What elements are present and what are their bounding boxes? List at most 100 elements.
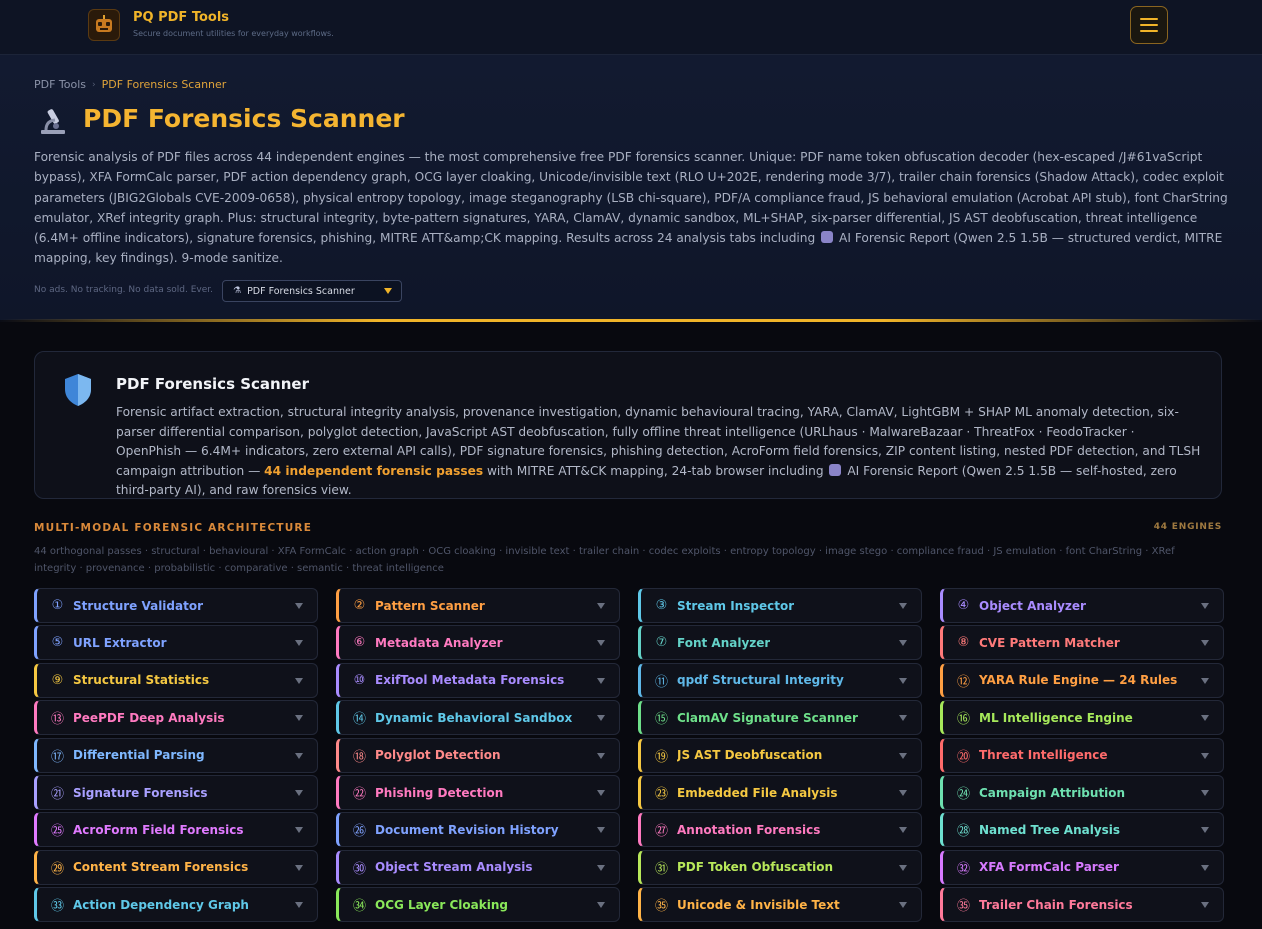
engine-item[interactable]: ⑤ URL Extractor [34,625,318,661]
caret-down-icon [597,827,605,834]
engine-item[interactable]: ⑥ Metadata Analyzer [336,625,620,661]
caret-down-icon [899,790,907,796]
engine-number: ⑪ [655,674,669,690]
engine-number: ㉛ [655,861,669,877]
engine-item[interactable]: ㉑ Signature Forensics [34,775,318,810]
engine-number: ㉙ [51,861,65,877]
caret-down-icon [899,603,907,609]
caret-down-icon [1201,603,1209,609]
engine-label: PeePDF Deep Analysis [73,710,225,725]
engine-label: Font Analyzer [677,635,771,650]
engine-item[interactable]: ⑱ Polyglot Detection [336,737,620,773]
card-body: Forensic artifact extraction, structural… [116,403,1201,501]
caret-down-icon [597,677,605,684]
engine-item[interactable]: ④ Object Analyzer [940,588,1224,623]
caret-down-icon [899,827,907,834]
engine-item[interactable]: ⑳ Threat Intelligence [940,737,1224,773]
engine-label: Object Analyzer [979,598,1086,613]
caret-down-icon [597,603,605,609]
engine-item[interactable]: ㉙ Content Stream Forensics [34,849,318,885]
engine-number: ㉕ [51,824,65,840]
caret-down-icon [384,288,392,294]
brand-subtitle: Secure document utilities for everyday w… [133,29,334,38]
engine-item[interactable]: ㉓ Embedded File Analysis [638,775,922,810]
engine-number: ⑤ [51,635,64,651]
engine-item[interactable]: ⑯ ML Intelligence Engine [940,700,1224,736]
engine-item[interactable]: ⑪ qpdf Structural Integrity [638,662,922,698]
engine-item[interactable]: ⑨ Structural Statistics [34,662,318,698]
engine-label: ExifTool Metadata Forensics [375,673,565,688]
engine-number: ⑦ [655,635,668,651]
caret-down-icon [1201,752,1209,759]
card-title: PDF Forensics Scanner [116,375,309,393]
hamburger-menu-icon[interactable] [1130,6,1168,44]
caret-down-icon [1201,827,1209,834]
caret-down-icon [1201,864,1209,871]
engine-label: Embedded File Analysis [677,785,838,800]
engine-number: ㉗ [655,824,669,840]
engine-item[interactable]: ① Structure Validator [34,588,318,623]
engine-number: ⑰ [51,749,65,765]
tool-select-dropdown[interactable]: ⚗ PDF Forensics Scanner [222,280,402,302]
brand-title[interactable]: PQ PDF Tools [133,10,229,25]
engine-item[interactable]: ⑰ Differential Parsing [34,737,318,773]
caret-down-icon [899,640,907,647]
engine-label: Structure Validator [73,598,204,613]
caret-down-icon [597,715,605,722]
engine-item[interactable]: ⑧ CVE Pattern Matcher [940,625,1224,661]
engine-item[interactable]: ⑭ Dynamic Behavioral Sandbox [336,700,620,736]
engine-item[interactable]: ㉘ Named Tree Analysis [940,812,1224,848]
engine-item[interactable]: ③ Stream Inspector [638,588,922,623]
caret-down-icon [597,752,605,759]
engine-item[interactable]: ㉔ Campaign Attribution [940,775,1224,810]
breadcrumb-root[interactable]: PDF Tools [34,78,86,91]
engine-item[interactable]: ⑦ Font Analyzer [638,625,922,661]
engine-item[interactable]: ㉗ Annotation Forensics [638,812,922,848]
engine-number: ⑩ [353,672,366,688]
caret-down-icon [1201,677,1209,684]
card-body-text-2: with MITRE ATT&CK mapping, 24-tab browse… [486,463,824,478]
architecture-description: 44 orthogonal passes · structural · beha… [34,546,1175,574]
engine-item[interactable]: ⑮ ClamAV Signature Scanner [638,700,922,736]
engine-number: ㉓ [655,787,669,802]
top-bar: PQ PDF Tools Secure document utilities f… [0,0,1262,55]
engine-number: ㉟ [957,899,971,915]
engine-item[interactable]: ㉚ Object Stream Analysis [336,849,620,885]
caret-down-icon [899,864,907,871]
engine-label: Campaign Attribution [979,785,1126,800]
engine-label: Differential Parsing [73,748,205,763]
engine-label: YARA Rule Engine — 24 Rules [979,673,1178,688]
engine-item[interactable]: ② Pattern Scanner [336,588,620,623]
engine-item[interactable]: ⑲ JS AST Deobfuscation [638,737,922,773]
engine-item[interactable]: ㉖ Document Revision History [336,812,620,848]
engine-label: OCG Layer Cloaking [375,897,508,912]
caret-down-icon [597,902,605,909]
engine-label: Action Dependency Graph [73,897,249,912]
engine-item[interactable]: ⑩ ExifTool Metadata Forensics [336,662,620,698]
engine-label: qpdf Structural Integrity [677,673,844,688]
engine-number: ㉒ [353,787,367,802]
caret-down-icon [597,790,605,796]
engine-number: ㉚ [353,861,367,877]
engine-label: Threat Intelligence [979,748,1108,763]
engine-item[interactable]: ㉝ Action Dependency Graph [34,887,318,923]
engine-number: ㉟ [655,899,669,915]
engine-item[interactable]: ㉛ PDF Token Obfuscation [638,849,922,885]
engine-item[interactable]: ⑬ PeePDF Deep Analysis [34,700,318,736]
robot-logo-icon[interactable] [88,9,120,41]
engine-item[interactable]: ⑫ YARA Rule Engine — 24 Rules [940,662,1224,698]
engine-item[interactable]: ㉞ OCG Layer Cloaking [336,887,620,923]
engine-item[interactable]: ㉟ Unicode & Invisible Text [638,887,922,923]
caret-down-icon [597,864,605,871]
engine-item[interactable]: ㉒ Phishing Detection [336,775,620,810]
engine-label: Signature Forensics [73,785,208,800]
tool-select-value: PDF Forensics Scanner [247,285,355,297]
engine-number: ㉔ [957,787,971,802]
engine-number: ⑨ [51,672,64,688]
engine-item[interactable]: ㉟ Trailer Chain Forensics [940,887,1224,923]
engine-item[interactable]: ㉕ AcroForm Field Forensics [34,812,318,848]
engine-number: ⑮ [655,712,669,728]
engine-label: Document Revision History [375,822,559,837]
engine-item[interactable]: ㉜ XFA FormCalc Parser [940,849,1224,885]
engine-label: URL Extractor [73,635,167,650]
